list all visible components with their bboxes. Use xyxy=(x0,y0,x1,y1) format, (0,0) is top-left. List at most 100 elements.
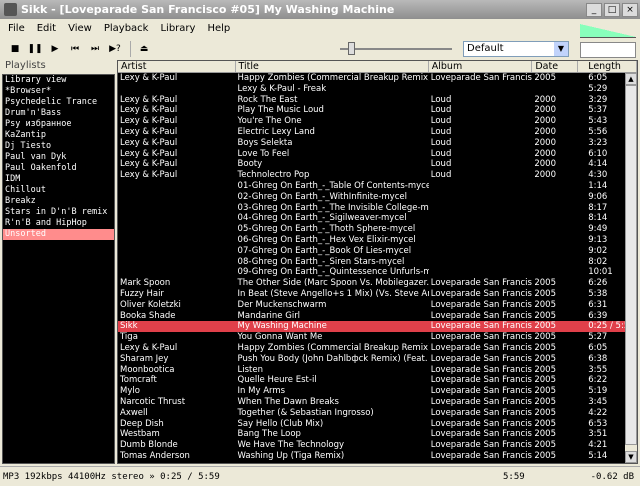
cell-artist xyxy=(118,267,236,278)
column-header-artist[interactable]: Artist xyxy=(118,61,236,72)
cell-album: Loveparade San Francisco xyxy=(430,332,533,343)
table-row[interactable]: Lexy & K-Paul - Freak 5:29 xyxy=(118,84,637,95)
table-row[interactable]: Lexy & K-Paul Happy Zombies (Commercial B… xyxy=(118,343,637,354)
eject-icon[interactable]: ⏏ xyxy=(135,40,153,58)
table-row[interactable]: Sikk My Washing Machine Loveparade San Fra… xyxy=(118,321,637,333)
close-button[interactable]: × xyxy=(622,2,638,17)
table-row[interactable]: Mark Spoon The Other Side (Marc Spoon Vs.… xyxy=(118,278,637,289)
maximize-button[interactable]: □ xyxy=(604,2,620,17)
column-header-album[interactable]: Album xyxy=(429,61,533,72)
table-row[interactable]: Westbam Bang The Loop Loveparade San Franc… xyxy=(118,429,637,440)
cell-album xyxy=(429,257,533,268)
chevron-down-icon[interactable]: ▼ xyxy=(554,42,568,56)
menu-library[interactable]: Library xyxy=(160,23,195,34)
previous-icon[interactable]: ⏮ xyxy=(66,40,84,58)
sidebar-playlist-item[interactable]: Library view xyxy=(3,75,114,86)
sidebar-playlist-item[interactable]: Drum'n'Bass xyxy=(3,108,114,119)
table-row[interactable]: Narcotic Thrust When The Dawn Breaks Lovep… xyxy=(118,397,637,408)
table-row[interactable]: Tomcraft Quelle Heure Est-il Loveparade Sa… xyxy=(118,375,637,386)
sidebar-playlist-item[interactable]: Paul van Dyk xyxy=(3,152,114,163)
menu-view[interactable]: View xyxy=(68,23,92,34)
table-row[interactable]: Booka Shade Mandarine Girl Loveparade San … xyxy=(118,311,637,322)
pause-icon[interactable]: ❚❚ xyxy=(26,40,44,58)
table-row[interactable]: Oliver Koletzki Der Muckenschwarm Lovepara… xyxy=(118,300,637,311)
sidebar-playlist-item[interactable]: Dj Tiesto xyxy=(3,141,114,152)
table-row[interactable]: Lexy & K-Paul Electric Lexy Land Loud 2000 5… xyxy=(118,127,637,138)
menu-file[interactable]: File xyxy=(8,23,25,34)
table-row[interactable]: Lexy & K-Paul Technolectro Pop Loud 2000 4:3… xyxy=(118,170,637,181)
table-row[interactable]: Tiga You Gonna Want Me Loveparade San Fran… xyxy=(118,332,637,343)
menu-edit[interactable]: Edit xyxy=(37,23,56,34)
table-row[interactable]: Fuzzy Hair In Beat (Steve Angello+s 1 Mix… xyxy=(118,289,637,300)
cell-date: 2005 xyxy=(534,418,556,429)
seek-handle[interactable] xyxy=(348,42,355,55)
table-row[interactable]: 09-Ghreg On Earth_-_Quintessence Unfurls… xyxy=(118,267,637,278)
cell-title: Washing Up (Tiga Remix) xyxy=(237,450,345,461)
table-row[interactable]: Tomas Anderson Washing Up (Tiga Remix) Lov… xyxy=(118,451,637,462)
sidebar-playlist-item[interactable]: Breakz xyxy=(3,196,114,207)
table-row[interactable]: 04-Ghreg On Earth_-_Sigilweaver-mycel 8:1… xyxy=(118,213,637,224)
sidebar-playlist-item[interactable]: *Browser* xyxy=(3,86,114,97)
volume-wedge xyxy=(580,24,636,38)
sidebar-playlist-item[interactable]: Psy избранное xyxy=(3,119,114,130)
sidebar-playlist-item[interactable]: Chillout xyxy=(3,185,114,196)
sidebar-playlist-item[interactable]: KaZantip xyxy=(3,130,114,141)
table-row[interactable]: Lexy & K-Paul Boys Selekta Loud 2000 3:23 xyxy=(118,138,637,149)
cell-title: 08-Ghreg On Earth_-_Siren Stars-mycel xyxy=(237,256,405,267)
cell-artist: Lexy & K-Paul xyxy=(120,116,178,127)
sidebar-playlist-item[interactable]: R'n'B and HipHop xyxy=(3,218,114,229)
table-row[interactable]: Lexy & K-Paul Happy Zombies (Commercial B… xyxy=(118,73,637,84)
table-row[interactable]: Lexy & K-Paul Rock The East Loud 2000 3:29 xyxy=(118,95,637,106)
table-row[interactable]: Lexy & K-Paul Booty Loud 2000 4:14 xyxy=(118,159,637,170)
seek-slider[interactable] xyxy=(340,42,452,55)
table-row[interactable]: 01-Ghreg On Earth_-_Table Of Contents-my… xyxy=(118,181,637,192)
cell-artist xyxy=(118,192,236,203)
scroll-up-icon[interactable]: ▲ xyxy=(625,73,637,85)
table-row[interactable]: Sharam Jey Push You Body (John Dahlbфck R… xyxy=(118,354,637,365)
stop-icon[interactable]: ■ xyxy=(6,40,24,58)
column-header-title[interactable]: Title xyxy=(236,61,429,72)
random-icon[interactable]: ▶? xyxy=(106,40,124,58)
next-icon[interactable]: ⏭ xyxy=(86,40,104,58)
cell-artist: Mark Spoon xyxy=(120,278,171,289)
table-row[interactable]: Lexy & K-Paul Love To Feel Loud 2000 6:10 xyxy=(118,149,637,160)
cell-title: In My Arms xyxy=(237,386,286,397)
cell-title: Mandarine Girl xyxy=(237,310,301,321)
sidebar-playlist-item[interactable]: IDM xyxy=(3,174,114,185)
menu-help[interactable]: Help xyxy=(207,23,230,34)
cell-date xyxy=(532,224,578,235)
cell-artist xyxy=(118,235,236,246)
table-row[interactable]: 03-Ghreg On Earth_-_The Invisible Colleg… xyxy=(118,203,637,214)
table-row[interactable]: 07-Ghreg On Earth_-_Book Of Lies-mycel 9:… xyxy=(118,246,637,257)
table-row[interactable]: 06-Ghreg On Earth_-_Hex Vex Elixir-mycel… xyxy=(118,235,637,246)
menu-playback[interactable]: Playback xyxy=(104,23,149,34)
table-row[interactable]: Deep Dish Say Hello (Club Mix) Loveparade … xyxy=(118,419,637,430)
table-row[interactable]: Lexy & K-Paul You're The One Loud 2000 5:43 xyxy=(118,116,637,127)
table-row[interactable]: Dumb Blonde We Have The Technology Lovepar… xyxy=(118,440,637,451)
seek-track xyxy=(340,48,452,50)
cell-title: 06-Ghreg On Earth_-_Hex Vex Elixir-mycel xyxy=(237,234,416,245)
cell-title: Together (& Sebastian Ingrosso) xyxy=(237,407,374,418)
cell-artist: Moonbootica xyxy=(120,364,175,375)
vertical-scrollbar[interactable]: ▲ ▼ xyxy=(625,73,637,463)
table-row[interactable]: 05-Ghreg On Earth_-_Thoth Sphere-mycel 9:… xyxy=(118,224,637,235)
scroll-down-icon[interactable]: ▼ xyxy=(625,451,637,463)
sidebar-playlist-item[interactable]: Stars in D'n'B remix xyxy=(3,207,114,218)
table-row[interactable]: Lexy & K-Paul Play The Music Loud Loud 2000… xyxy=(118,105,637,116)
sidebar-playlist-item[interactable]: Paul Oakenfold xyxy=(3,163,114,174)
dsp-preset-select[interactable]: Default ▼ xyxy=(463,41,569,57)
table-row[interactable]: 02-Ghreg On Earth_-_WithInfinite-mycel 9:… xyxy=(118,192,637,203)
minimize-button[interactable]: _ xyxy=(586,2,602,17)
table-row[interactable]: Moonbootica Listen Loveparade San Francisc… xyxy=(118,365,637,376)
sidebar-playlist-item[interactable]: Psychedelic Trance xyxy=(3,97,114,108)
scrollbar-thumb[interactable] xyxy=(625,85,637,445)
play-icon[interactable]: ▶ xyxy=(46,40,64,58)
table-row[interactable]: Mylo In My Arms Loveparade San Francisco 20… xyxy=(118,386,637,397)
table-row[interactable]: 08-Ghreg On Earth_-_Siren Stars-mycel 8:0… xyxy=(118,257,637,268)
sidebar-playlist-item[interactable]: Unsorted xyxy=(3,229,114,240)
cell-artist: Mylo xyxy=(120,386,140,397)
table-row[interactable]: Axwell Together (& Sebastian Ingrosso) Lov… xyxy=(118,408,637,419)
column-header-length[interactable]: Length xyxy=(578,61,637,72)
column-header-date[interactable]: Date xyxy=(532,61,579,72)
cell-title: We Have The Technology xyxy=(237,440,345,451)
